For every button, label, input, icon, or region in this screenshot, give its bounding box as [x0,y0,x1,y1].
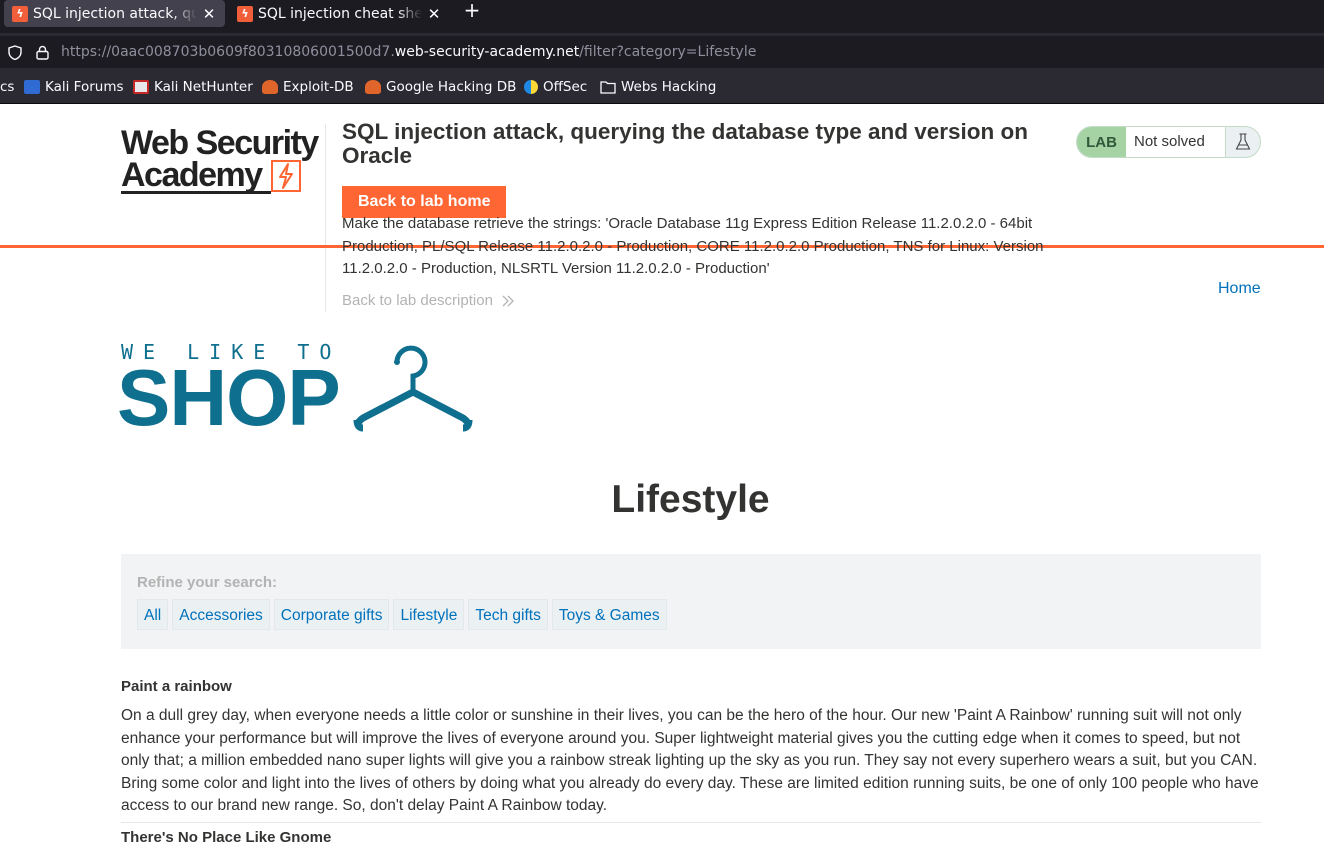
web-security-academy-favicon-icon: ϟ [237,5,253,22]
flask-icon [1225,127,1260,157]
tab-title: SQL injection cheat sheet [258,5,422,22]
back-to-lab-description-label: Back to lab description [342,292,493,309]
product-description: On a dull grey day, when everyone needs … [121,707,1259,814]
address-bar[interactable]: https://0aac008703b0609f80310806001500d7… [0,36,1324,68]
bookmark-label: Exploit-DB [283,79,354,95]
tab-sql-injection-cheat-sheet[interactable]: ϟ SQL injection cheat sheet ✕ [229,0,450,27]
bookmarks-toolbar: cs Kali Forums Kali NetHunter Exploit-DB… [0,69,1324,104]
new-tab-plus-icon[interactable]: + [462,0,482,22]
tab-sql-injection-attack[interactable]: ϟ SQL injection attack, querying the dat… [4,0,225,27]
filter-accessories[interactable]: Accessories [172,599,270,630]
we-like-to-shop-logo: WE LIKE TO SHOP [117,342,473,438]
offsec-icon [524,80,538,94]
filter-lifestyle[interactable]: Lifestyle [393,599,465,630]
web-page: Web Security Academy SQL injection attac… [0,104,1324,856]
lab-title: SQL injection attack, querying the datab… [342,119,1028,168]
bookmark-exploit-db[interactable]: Exploit-DB [262,79,354,95]
double-chevron-right-icon [502,295,514,306]
product-title: Paint a rainbow [121,678,232,695]
navigation-toolbar: https://0aac008703b0609f80310806001500d7… [0,33,1324,69]
folder-icon [600,81,616,94]
close-tab-icon[interactable]: ✕ [426,5,442,23]
kali-forums-icon [24,80,40,94]
close-tab-icon[interactable]: ✕ [201,5,217,23]
google-hacking-db-icon [365,80,381,94]
logo-line-2: Academy [121,156,263,194]
refine-search-label: Refine your search: [137,574,278,591]
shop-word: SHOP [117,353,341,442]
product-separator [121,822,1261,823]
bookmark-offsec[interactable]: OffSec [524,79,587,95]
bookmark-kali-nethunter[interactable]: Kali NetHunter [133,79,253,95]
bookmark-label: Webs Hacking [621,79,717,95]
web-security-academy-logo[interactable]: Web Security Academy [121,124,321,196]
home-link[interactable]: Home [1218,280,1261,298]
back-to-lab-description-link[interactable]: Back to lab description [342,292,515,309]
bookmark-label: cs [0,79,15,95]
browser-tab-strip: ϟ SQL injection attack, querying the dat… [0,0,1324,33]
product-title: There's No Place Like Gnome [121,829,332,846]
bookmark-google-hacking-db[interactable]: Google Hacking DB [365,79,516,95]
category-filter-list: All Accessories Corporate gifts Lifestyl… [137,599,667,630]
exploit-db-icon [262,80,278,94]
header-divider [325,124,326,312]
category-title: Lifestyle [611,478,770,521]
filter-all[interactable]: All [137,599,169,630]
tab-title: SQL injection attack, querying the datab… [33,5,197,22]
bookmark-kali-forums[interactable]: Kali Forums [24,79,124,95]
kali-nethunter-icon [133,80,149,94]
bookmark-label: Kali NetHunter [154,79,253,95]
lab-description: Make the database retrieve the strings: … [342,215,1044,277]
bookmark-folder-webs-hacking[interactable]: Webs Hacking [600,79,716,95]
url-text[interactable]: https://0aac008703b0609f80310806001500d7… [61,44,756,60]
logo-line-1: Web Security [121,124,319,162]
logo-underline [121,191,271,194]
tracking-protection-shield-icon[interactable] [8,45,22,60]
url-domain: web-security-academy.net [394,44,580,60]
bookmark-label: Google Hacking DB [386,79,517,95]
bookmark-label: OffSec [543,79,588,95]
filter-panel: Refine your search: All Accessories Corp… [121,554,1261,649]
bookmark-partial[interactable]: cs [0,79,14,95]
filter-corporate-gifts[interactable]: Corporate gifts [273,599,390,630]
bookmark-label: Kali Forums [45,79,124,95]
filter-tech-gifts[interactable]: Tech gifts [468,599,548,630]
clothes-hanger-icon [353,345,473,432]
url-path: /filter?category=Lifestyle [579,44,757,60]
filter-toys-games[interactable]: Toys & Games [551,599,667,630]
lab-status-text: Not solved [1126,127,1225,157]
web-security-academy-favicon-icon: ϟ [12,5,28,22]
lab-badge-label: LAB [1077,127,1126,157]
padlock-icon[interactable] [36,45,49,60]
lightning-bolt-icon [271,160,301,192]
lab-status-badge: LAB Not solved [1076,126,1261,158]
url-prefix: https://0aac008703b0609f80310806001500d7… [61,44,395,60]
